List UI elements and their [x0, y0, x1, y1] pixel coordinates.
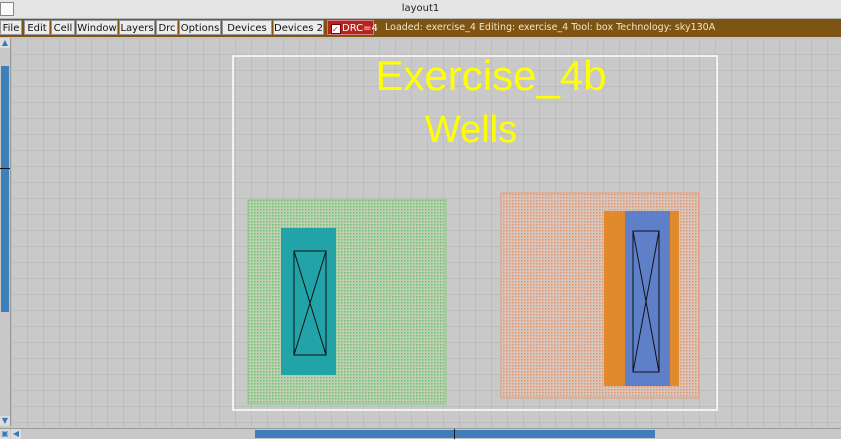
menu-window[interactable]: Window	[76, 20, 118, 35]
menu-layers[interactable]: Layers	[119, 20, 155, 35]
drc-toggle[interactable]: DRC=4	[327, 20, 378, 37]
menu-cell[interactable]: Cell	[51, 20, 75, 35]
menu-drc[interactable]: Drc	[156, 20, 178, 35]
vertical-scrollbar[interactable]: ▲ ▼	[0, 38, 11, 426]
menu-bar: File Edit Cell Window Layers Drc Options…	[0, 19, 841, 49]
layout-title-line1: Exercise_4b	[375, 52, 606, 99]
menu-edit[interactable]: Edit	[24, 20, 50, 35]
menu-devices1[interactable]: Devices 1	[222, 20, 272, 49]
nwell-region[interactable]	[247, 199, 447, 405]
layout-canvas[interactable]: Exercise_4b Wells	[11, 38, 841, 427]
vertical-scroll-marker	[0, 168, 10, 169]
scroll-up-icon[interactable]: ▲	[0, 38, 10, 48]
drc-checkbox-icon[interactable]	[331, 22, 341, 37]
window-title: layout1	[401, 3, 440, 14]
diffusion-region-left[interactable]	[281, 228, 336, 375]
menu-devices2[interactable]: Devices 2	[273, 20, 324, 35]
menu-file[interactable]: File	[0, 20, 22, 35]
scroll-down-icon[interactable]: ▼	[0, 416, 10, 426]
horizontal-scrollbar[interactable]: ▣ ◀	[0, 428, 841, 439]
drc-label: DRC=4	[342, 23, 378, 34]
vertical-scroll-thumb[interactable]	[1, 66, 9, 312]
menu-options[interactable]: Options	[179, 20, 221, 35]
poly-region[interactable]	[625, 211, 670, 386]
status-text: Loaded: exercise_4 Editing: exercise_4 T…	[385, 22, 716, 33]
horizontal-scroll-thumb[interactable]	[255, 430, 655, 438]
title-bar: layout1	[0, 0, 841, 19]
layout-title-line2: Wells	[425, 109, 517, 151]
